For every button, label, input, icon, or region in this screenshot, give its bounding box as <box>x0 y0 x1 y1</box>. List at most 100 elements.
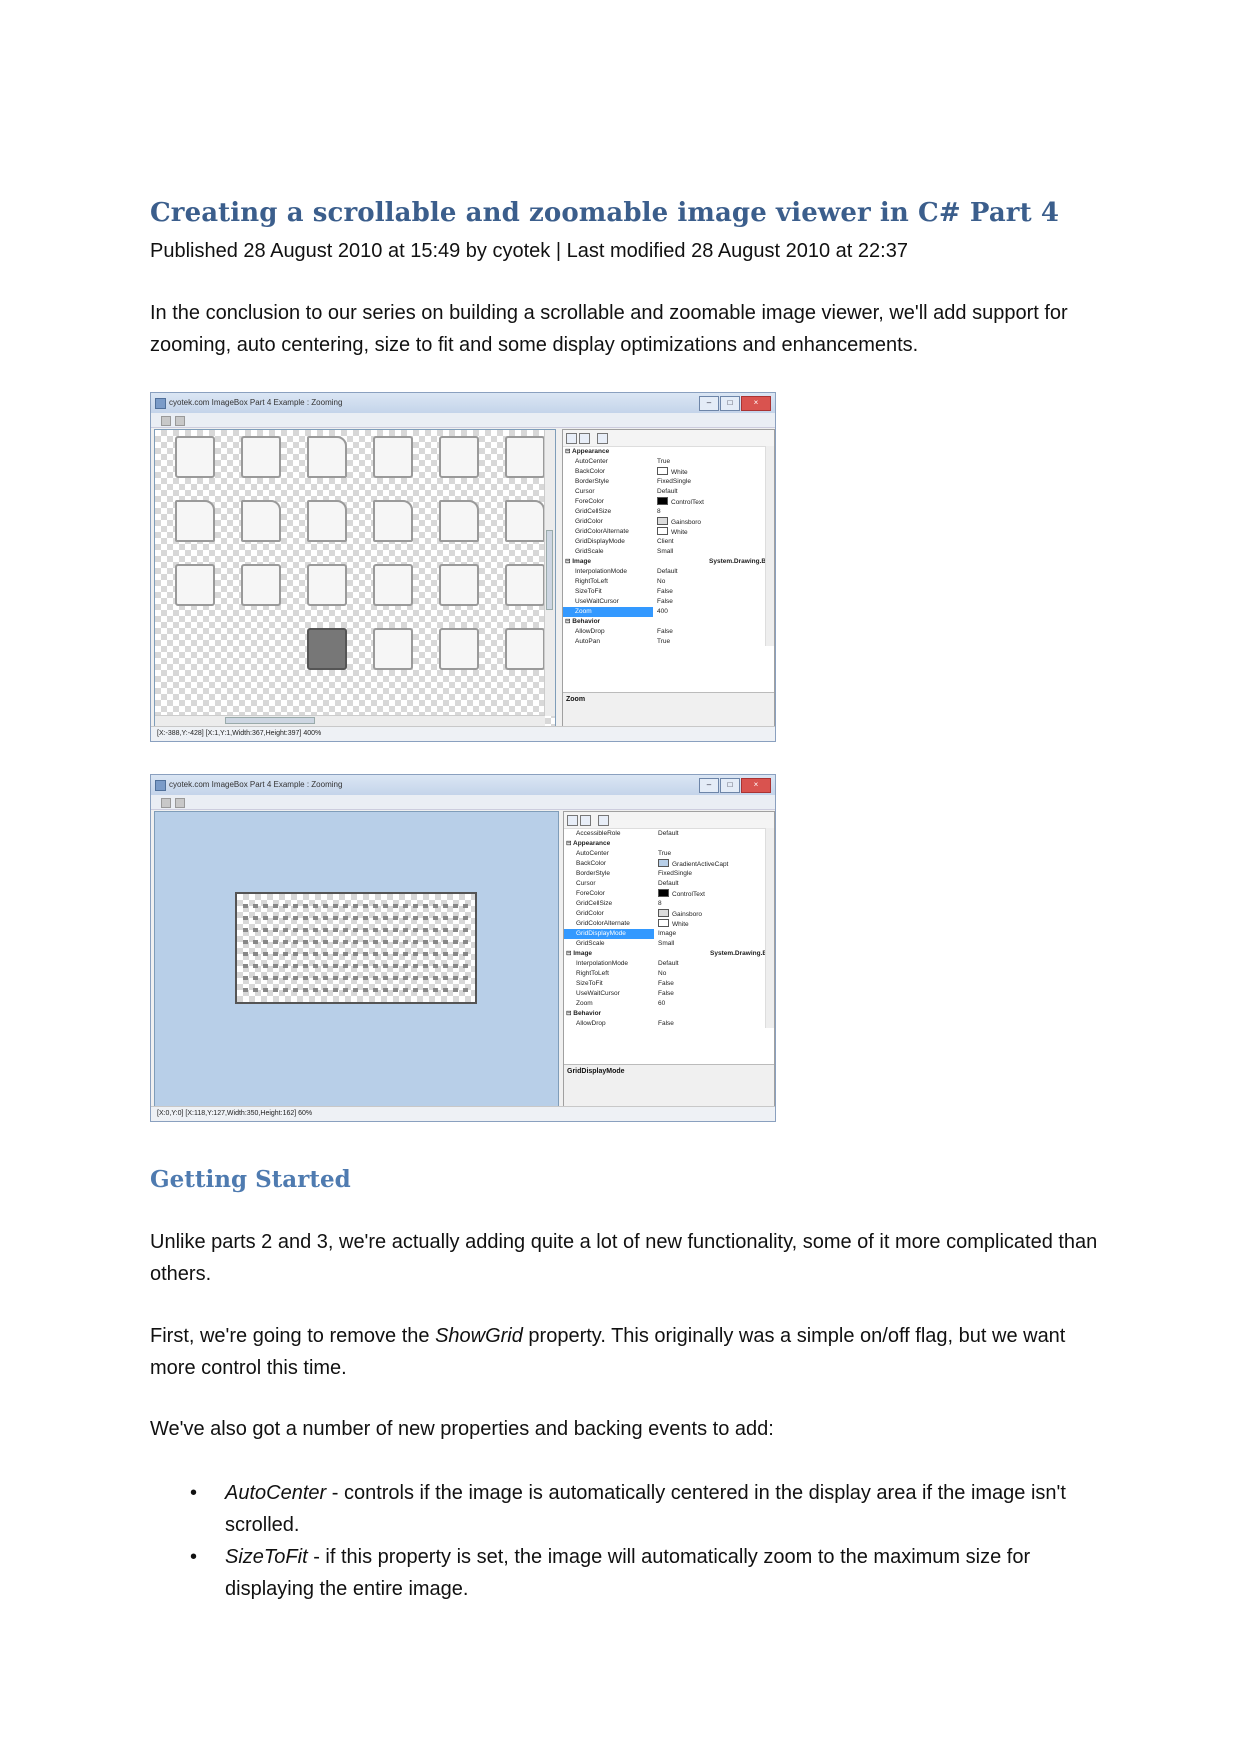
property-row[interactable]: AllowDrop False <box>564 1019 774 1029</box>
bullet-text: - if this property is set, the image wil… <box>225 1546 1031 1600</box>
property-row[interactable]: GridColor Gainsboro <box>563 517 774 527</box>
section-heading: Getting Started <box>150 1166 351 1193</box>
property-row[interactable]: GridColor Gainsboro <box>564 909 774 919</box>
property-row[interactable]: ⊟ Appearance <box>563 447 774 457</box>
property-name: GridColor <box>575 518 603 525</box>
property-row[interactable]: AllowDrop False <box>563 627 774 637</box>
property-row[interactable]: SizeToFit False <box>564 979 774 989</box>
property-name: SizeToFit <box>576 980 603 987</box>
property-row[interactable]: AutoCenter True <box>563 457 774 467</box>
property-row[interactable]: RightToLeft No <box>563 577 774 587</box>
window-titlebar: cyotek.com ImageBox Part 4 Example : Zoo… <box>151 393 775 413</box>
property-row[interactable]: ForeColor ControlText <box>563 497 774 507</box>
property-row[interactable]: Cursor Default <box>564 879 774 889</box>
property-row[interactable]: GridCellSize 8 <box>563 507 774 517</box>
property-value-text: False <box>658 980 674 987</box>
property-value: No <box>653 577 774 587</box>
property-row[interactable]: ⊟ Appearance <box>564 839 774 849</box>
property-value: ControlText <box>654 889 774 899</box>
property-value: Default <box>653 567 774 577</box>
close-button[interactable]: × <box>741 778 771 793</box>
property-grid[interactable]: ⊟ Appearance AutoCenter True BackColor White… <box>562 429 775 727</box>
property-value-text: Image <box>658 930 677 937</box>
categorized-icon[interactable] <box>567 815 578 826</box>
property-row[interactable]: BorderStyle FixedSingle <box>563 477 774 487</box>
minimize-button[interactable]: – <box>699 778 719 793</box>
save-icon[interactable] <box>175 798 185 808</box>
property-row[interactable]: AutoPan True <box>563 637 774 647</box>
maximize-button[interactable]: □ <box>720 396 740 411</box>
property-row[interactable]: SizeToFit False <box>563 587 774 597</box>
property-name: Cursor <box>575 488 595 495</box>
property-name: UseWaitCursor <box>576 990 620 997</box>
categorized-icon[interactable] <box>566 433 577 444</box>
horizontal-scrollbar[interactable] <box>155 715 545 726</box>
property-row[interactable]: GridDisplayMode Image <box>564 929 774 939</box>
property-pages-icon[interactable] <box>598 815 609 826</box>
property-value-text: Gainsboro <box>672 911 702 918</box>
property-row[interactable]: UseWaitCursor False <box>563 597 774 607</box>
property-row[interactable]: AutoCenter True <box>564 849 774 859</box>
property-row[interactable]: Cursor Default <box>563 487 774 497</box>
property-value-text: False <box>657 588 673 595</box>
property-row[interactable]: GridCellSize 8 <box>564 899 774 909</box>
screenshot-zoom-60: cyotek.com ImageBox Part 4 Example : Zoo… <box>150 774 776 1122</box>
bullet-text: - controls if the image is automatically… <box>225 1482 1066 1536</box>
property-value-text: True <box>657 638 671 645</box>
property-value-text: No <box>658 970 667 977</box>
property-row[interactable]: BorderStyle FixedSingle <box>564 869 774 879</box>
property-value: False <box>653 597 774 607</box>
property-scrollbar[interactable] <box>765 446 774 646</box>
icon-sheet <box>175 436 545 670</box>
property-value: False <box>654 1019 774 1029</box>
property-row[interactable]: ⊟ Image System.Drawing.Bit <box>563 557 774 567</box>
property-name: ⊟ Appearance <box>566 840 611 847</box>
image-box[interactable] <box>154 429 556 727</box>
property-row[interactable]: ForeColor ControlText <box>564 889 774 899</box>
property-grid[interactable]: AccessibleRole Default ⊟ Appearance AutoCen… <box>563 811 775 1107</box>
property-value: FixedSingle <box>653 477 774 487</box>
property-row[interactable]: GridScale Small <box>564 939 774 949</box>
property-row[interactable]: Zoom 400 <box>563 607 774 617</box>
save-icon[interactable] <box>175 416 185 426</box>
property-row[interactable]: GridScale Small <box>563 547 774 557</box>
property-row[interactable]: Zoom 60 <box>564 999 774 1009</box>
property-row[interactable]: ⊟ Behavior <box>563 617 774 627</box>
property-row[interactable]: GridDisplayMode Client <box>563 537 774 547</box>
property-row[interactable]: GridColorAlternate White <box>564 919 774 929</box>
property-name: AllowDrop <box>576 1020 606 1027</box>
property-scrollbar[interactable] <box>765 828 774 1028</box>
close-button[interactable]: × <box>741 396 771 411</box>
property-value-text: FixedSingle <box>657 478 691 485</box>
property-name: GridColor <box>576 910 604 917</box>
open-icon[interactable] <box>161 416 171 426</box>
color-swatch <box>658 909 669 917</box>
property-value: 60 <box>654 999 774 1009</box>
minimize-button[interactable]: – <box>699 396 719 411</box>
property-row[interactable]: BackColor White <box>563 467 774 477</box>
property-value <box>705 447 774 457</box>
alphabetical-icon[interactable] <box>579 433 590 444</box>
property-row[interactable]: UseWaitCursor False <box>564 989 774 999</box>
property-row[interactable]: GridColorAlternate White <box>563 527 774 537</box>
maximize-button[interactable]: □ <box>720 778 740 793</box>
property-row[interactable]: ⊟ Behavior <box>564 1009 774 1019</box>
vertical-scrollbar[interactable] <box>544 430 555 716</box>
color-swatch <box>658 919 669 927</box>
property-row[interactable]: InterpolationMode Default <box>564 959 774 969</box>
property-value: FixedSingle <box>654 869 774 879</box>
property-row[interactable]: RightToLeft No <box>564 969 774 979</box>
property-pages-icon[interactable] <box>597 433 608 444</box>
property-row[interactable]: BackColor GradientActiveCapt <box>564 859 774 869</box>
property-row[interactable]: AccessibleRole Default <box>564 829 774 839</box>
image-box[interactable] <box>154 811 559 1107</box>
property-value <box>706 1009 774 1019</box>
property-value-text: True <box>658 850 672 857</box>
property-row[interactable]: ⊟ Image System.Drawing.Bit <box>564 949 774 959</box>
property-name: InterpolationMode <box>575 568 628 575</box>
alphabetical-icon[interactable] <box>580 815 591 826</box>
status-bar: [X:0,Y:0] [X:118,Y:127,Width:350,Height:… <box>151 1106 775 1121</box>
open-icon[interactable] <box>161 798 171 808</box>
property-value-text: 400 <box>657 608 668 615</box>
property-row[interactable]: InterpolationMode Default <box>563 567 774 577</box>
